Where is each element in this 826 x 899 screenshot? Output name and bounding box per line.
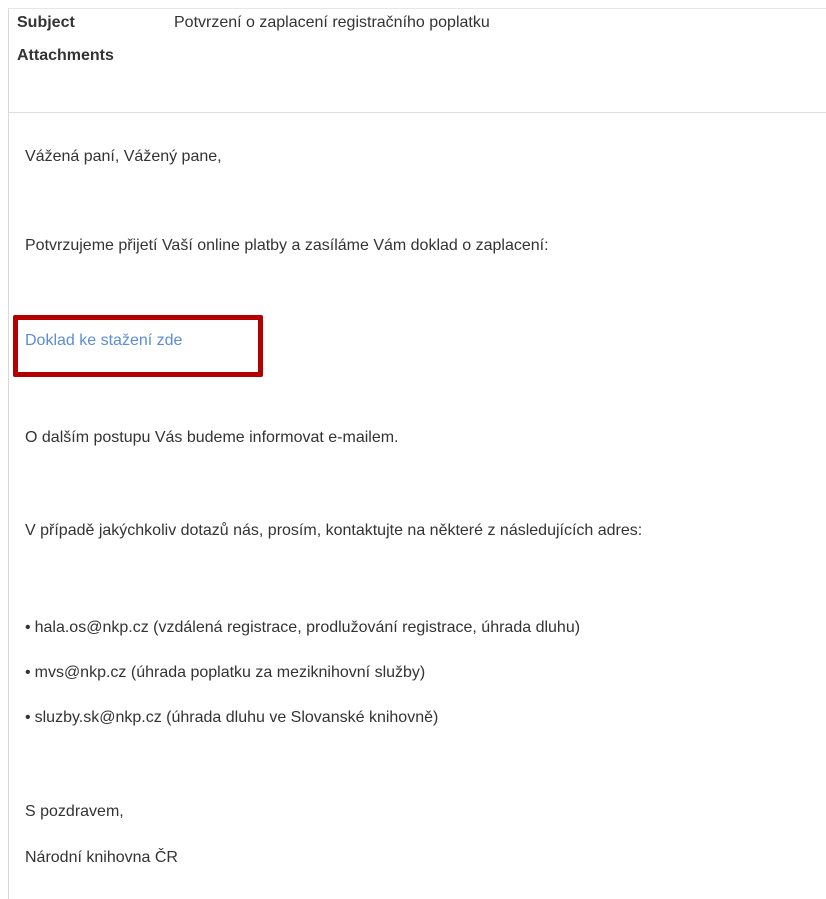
bullet-icon: • xyxy=(25,619,31,636)
bullet-icon: • xyxy=(25,709,31,726)
receipt-download-link[interactable]: Doklad ke stažení zde xyxy=(25,330,182,352)
attachments-label: Attachments xyxy=(17,47,114,64)
contact-item: • mvs@nkp.cz (úhrada poplatku za meziknih… xyxy=(25,662,425,684)
contact-item-text: sluzby.sk@nkp.cz (úhrada dluhu ve Slovan… xyxy=(34,709,439,726)
contact-item: • hala.os@nkp.cz (vzdálená registrace, pr… xyxy=(25,617,580,639)
subject-value: Potvrzení o zaplacení registračního popl… xyxy=(174,14,490,31)
confirmation-text: Potvrzujeme přijetí Vaší online platby a… xyxy=(25,237,549,254)
next-steps-text: O dalším postupu Vás budeme informovat e… xyxy=(25,429,399,446)
subject-label: Subject xyxy=(17,14,75,31)
email-view-frame xyxy=(8,8,826,899)
contact-item: • sluzby.sk@nkp.cz (úhrada dluhu ve Slova… xyxy=(25,707,438,729)
signature-text: Národní knihovna ČR xyxy=(25,849,178,866)
greeting-text: Vážená paní, Vážený pane, xyxy=(25,148,222,165)
closing-text: S pozdravem, xyxy=(25,803,124,820)
contact-item-text: hala.os@nkp.cz (vzdálená registrace, pro… xyxy=(34,619,581,636)
contact-intro-text: V případě jakýchkoliv dotazů nás, prosím… xyxy=(25,522,643,539)
bullet-icon: • xyxy=(25,664,31,681)
contact-item-text: mvs@nkp.cz (úhrada poplatku za mezikniho… xyxy=(34,664,426,681)
